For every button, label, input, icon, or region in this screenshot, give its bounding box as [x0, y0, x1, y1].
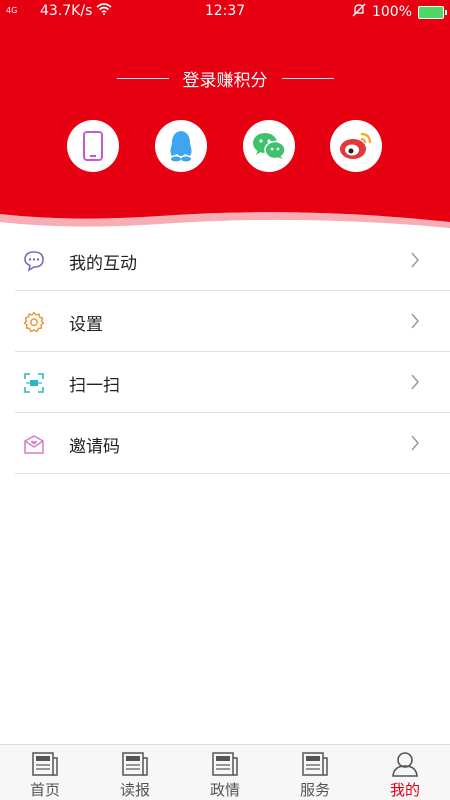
menu-item-interactions[interactable]: 我的互动 [15, 230, 450, 291]
mute-bell-icon [352, 3, 366, 21]
tab-label: 首页 [29, 781, 60, 799]
bottom-tab-bar: 首页 读报 政情 服务 我的 [0, 744, 450, 800]
chevron-right-icon [411, 252, 419, 268]
news-icon [302, 752, 328, 776]
title-divider-right [281, 78, 334, 79]
header-background [0, 0, 450, 228]
login-header: 4G 43.7K/s 12:37 100% 登录赚积分 [0, 0, 450, 232]
weibo-icon [340, 132, 372, 159]
tab-services[interactable]: 服务 [270, 745, 360, 800]
menu-item-invite-code[interactable]: 邀请码 [15, 413, 450, 474]
weibo-login-button[interactable] [330, 120, 382, 172]
menu-item-label: 扫一扫 [69, 376, 120, 396]
battery-percent: 100% [371, 4, 412, 20]
user-icon [392, 752, 418, 777]
tab-home[interactable]: 首页 [0, 745, 90, 800]
chevron-right-icon [411, 435, 419, 451]
menu-item-scan[interactable]: 扫一扫 [15, 352, 450, 413]
menu-item-label: 我的互动 [69, 254, 137, 274]
phone-icon [83, 131, 103, 161]
wechat-icon [253, 133, 286, 160]
menu-item-label: 邀请码 [69, 437, 120, 457]
tab-label: 政情 [209, 781, 240, 799]
news-icon [32, 752, 58, 776]
tab-label: 读报 [119, 781, 150, 799]
tab-label: 我的 [389, 781, 420, 799]
chat-bubble-icon [24, 251, 44, 272]
tab-read-paper[interactable]: 读报 [90, 745, 180, 800]
status-bar: 4G 43.7K/s 12:37 100% [0, 0, 450, 24]
qq-icon [170, 131, 192, 162]
chevron-right-icon [411, 313, 419, 329]
news-icon [122, 752, 148, 776]
menu-item-settings[interactable]: 设置 [15, 291, 450, 352]
settings-gear-icon [23, 311, 45, 333]
login-title-text: 登录赚积分 [182, 71, 268, 91]
battery-icon [418, 5, 447, 19]
login-title[interactable]: 登录赚积分 [0, 66, 450, 91]
title-divider-left [116, 78, 169, 79]
tab-label: 服务 [299, 781, 330, 799]
scan-icon [24, 373, 44, 393]
menu-item-label: 设置 [69, 315, 103, 335]
invite-envelope-icon [24, 435, 44, 454]
tab-mine[interactable]: 我的 [360, 745, 450, 800]
news-icon [212, 752, 238, 776]
wechat-login-button[interactable] [243, 120, 295, 172]
phone-login-button[interactable] [67, 120, 119, 172]
tab-politics[interactable]: 政情 [180, 745, 270, 800]
menu-list: 我的互动 设置 扫一扫 邀请码 [15, 230, 450, 474]
qq-login-button[interactable] [155, 120, 207, 172]
chevron-right-icon [411, 374, 419, 390]
